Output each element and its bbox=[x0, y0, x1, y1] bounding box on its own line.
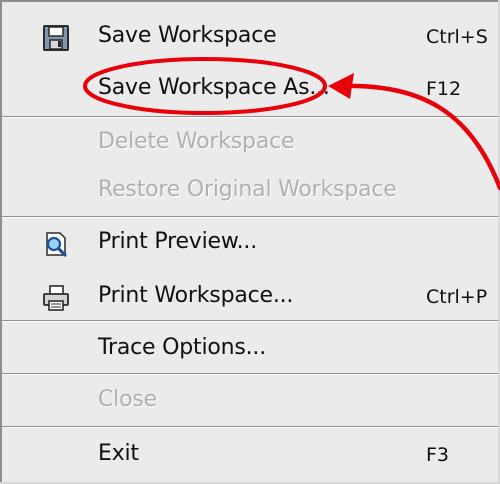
menu-item-print-preview[interactable]: Print Preview... bbox=[2, 218, 500, 268]
printer-icon bbox=[42, 284, 70, 312]
menu-item-label: Trace Options... bbox=[98, 335, 267, 360]
menu-item-save-workspace-as[interactable]: Save Workspace As... F12 bbox=[2, 64, 500, 114]
shortcut-label: Ctrl+P bbox=[426, 286, 488, 308]
menu-item-label: Print Preview... bbox=[98, 229, 257, 254]
shortcut-label: F3 bbox=[426, 444, 450, 466]
menu-item-exit[interactable]: Exit F3 bbox=[2, 430, 500, 480]
menu-item-label: Print Workspace... bbox=[98, 283, 294, 308]
menu-item-label: Close bbox=[98, 387, 157, 412]
menu-item-print-workspace[interactable]: Print Workspace... Ctrl+P bbox=[2, 272, 500, 322]
menu-item-label: Delete Workspace bbox=[98, 129, 295, 154]
print-preview-icon bbox=[42, 230, 70, 258]
menu-separator bbox=[2, 426, 500, 428]
menu-separator bbox=[2, 320, 500, 322]
menu-item-label: Save Workspace bbox=[98, 23, 277, 48]
menu-item-trace-options[interactable]: Trace Options... bbox=[2, 324, 500, 374]
shortcut-label: Ctrl+S bbox=[426, 26, 488, 48]
menu-item-label: Save Workspace As... bbox=[98, 75, 330, 100]
menu-item-delete-workspace: Delete Workspace bbox=[2, 118, 500, 168]
menu-item-label: Restore Original Workspace bbox=[98, 177, 397, 202]
menu-item-save-workspace[interactable]: Save Workspace Ctrl+S bbox=[2, 12, 500, 62]
file-menu: Save Workspace Ctrl+S Save Workspace As.… bbox=[0, 0, 500, 482]
menu-item-label: Exit bbox=[98, 441, 139, 466]
menu-separator bbox=[2, 373, 500, 375]
save-icon bbox=[42, 24, 70, 52]
menu-item-close: Close bbox=[2, 376, 500, 426]
shortcut-label: F12 bbox=[426, 78, 462, 100]
menu-item-restore-original-workspace: Restore Original Workspace bbox=[2, 166, 500, 216]
